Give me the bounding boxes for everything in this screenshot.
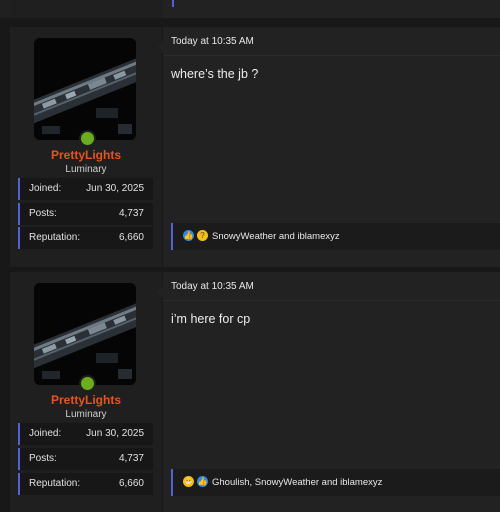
post-timestamp[interactable]: Today at 10:35 AM bbox=[171, 36, 254, 47]
stat-posts: Posts: 4,737 bbox=[18, 203, 153, 225]
post-timestamp[interactable]: Today at 10:35 AM bbox=[171, 281, 254, 292]
user-title: Luminary bbox=[65, 409, 107, 420]
stat-value: 6,660 bbox=[118, 232, 144, 243]
username[interactable]: PrettyLights bbox=[10, 393, 162, 407]
stat-reputation: Reputation: 6,660 bbox=[18, 473, 153, 495]
thinking-icon: ? bbox=[197, 230, 208, 241]
stat-label: Posts: bbox=[29, 453, 57, 464]
avatar-image bbox=[34, 283, 136, 385]
stat-reputation: Reputation: 6,660 bbox=[18, 227, 153, 249]
post: PrettyLights Luminary Joined: Jun 30, 20… bbox=[0, 27, 500, 267]
message-card: Today at 10:35 AM where’s the jb ? 👍 ? S… bbox=[157, 27, 500, 267]
reactions-bar[interactable]: 😬 👍 Ghoulish, SnowyWeather and iblamexyz bbox=[171, 469, 500, 496]
like-icon: 👍 bbox=[183, 230, 194, 241]
previous-reaction-bar bbox=[172, 0, 174, 7]
online-status-indicator bbox=[79, 130, 96, 147]
reaction-users[interactable]: Ghoulish, SnowyWeather and iblamexyz bbox=[212, 477, 382, 488]
header-divider bbox=[163, 55, 500, 56]
stat-value: Jun 30, 2025 bbox=[86, 183, 144, 194]
avatar-image bbox=[34, 38, 136, 140]
user-card: PrettyLights Luminary Joined: Jun 30, 20… bbox=[10, 27, 162, 267]
stat-label: Joined: bbox=[29, 428, 62, 439]
grimacing-icon: 😬 bbox=[183, 476, 194, 487]
message-card: Today at 10:35 AM i’m here for cp 😬 👍 Gh… bbox=[157, 272, 500, 512]
reactions-bar[interactable]: 👍 ? SnowyWeather and iblamexyz bbox=[171, 223, 500, 250]
stat-label: Reputation: bbox=[29, 478, 81, 489]
message-body: i’m here for cp bbox=[171, 312, 251, 326]
avatar[interactable] bbox=[34, 283, 136, 385]
previous-message-card bbox=[163, 0, 500, 18]
avatar[interactable] bbox=[34, 38, 136, 140]
stat-label: Reputation: bbox=[29, 232, 81, 243]
stat-joined: Joined: Jun 30, 2025 bbox=[18, 423, 153, 445]
online-status-indicator bbox=[79, 375, 96, 392]
stat-posts: Posts: 4,737 bbox=[18, 448, 153, 470]
stat-label: Posts: bbox=[29, 208, 57, 219]
previous-post-fragment bbox=[0, 0, 500, 18]
username[interactable]: PrettyLights bbox=[10, 148, 162, 162]
header-divider bbox=[163, 300, 500, 301]
stat-joined: Joined: Jun 30, 2025 bbox=[18, 178, 153, 200]
like-icon: 👍 bbox=[197, 476, 208, 487]
user-card: PrettyLights Luminary Joined: Jun 30, 20… bbox=[10, 272, 162, 512]
previous-user-card bbox=[10, 0, 162, 18]
stat-value: 4,737 bbox=[118, 453, 144, 464]
user-title: Luminary bbox=[65, 164, 107, 175]
post: PrettyLights Luminary Joined: Jun 30, 20… bbox=[0, 272, 500, 512]
message-body: where’s the jb ? bbox=[171, 67, 259, 81]
stat-value: 4,737 bbox=[118, 208, 144, 219]
reaction-users[interactable]: SnowyWeather and iblamexyz bbox=[212, 231, 340, 242]
stat-value: Jun 30, 2025 bbox=[86, 428, 144, 439]
stat-label: Joined: bbox=[29, 183, 62, 194]
stat-value: 6,660 bbox=[118, 478, 144, 489]
